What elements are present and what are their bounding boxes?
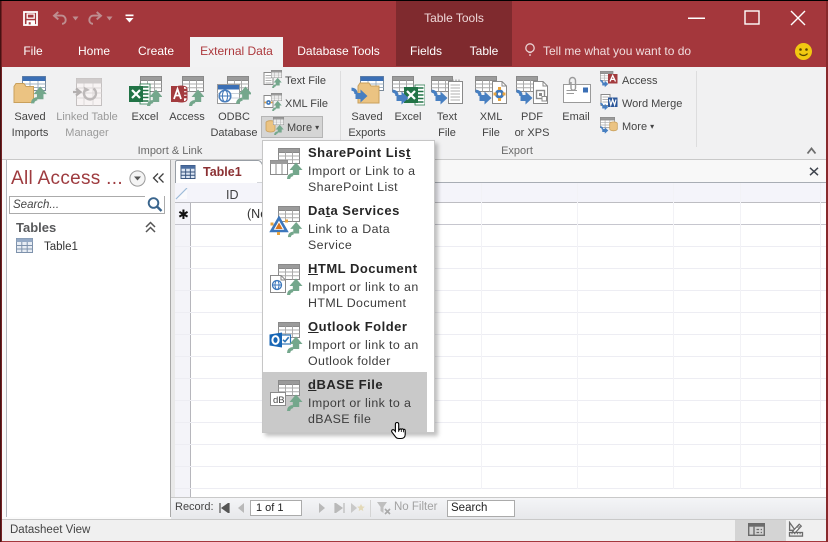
svg-text:dB: dB <box>273 395 285 406</box>
